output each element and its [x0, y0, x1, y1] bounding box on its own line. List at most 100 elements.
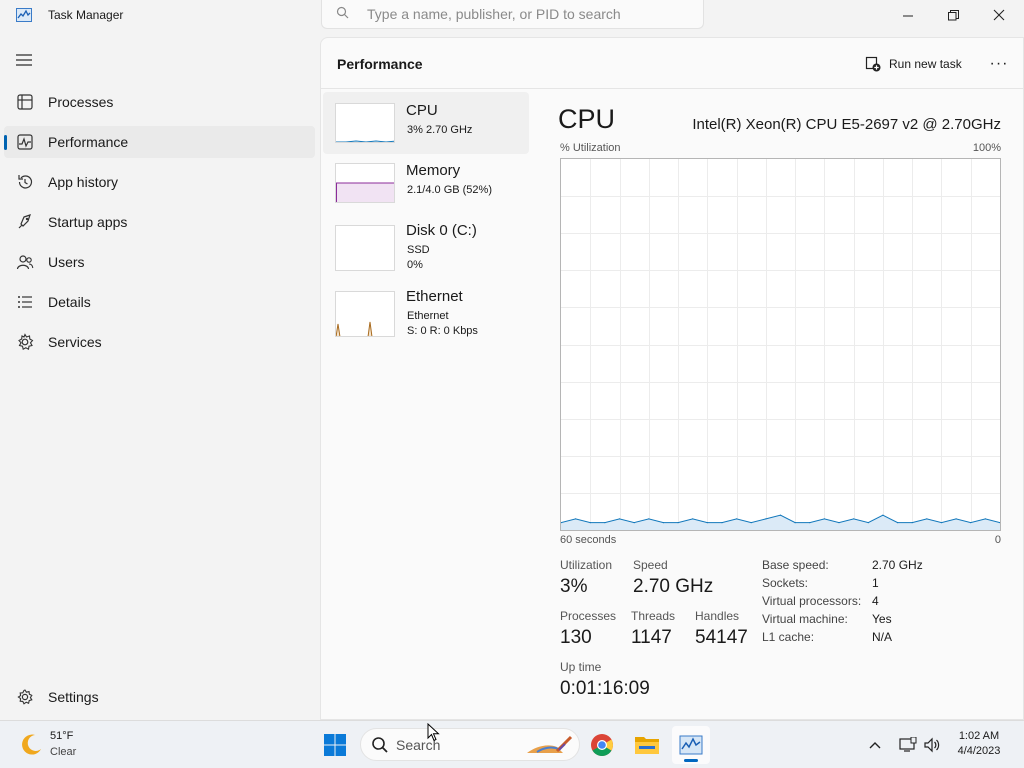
uptime-label: Up time: [560, 660, 602, 674]
hamburger-menu-icon[interactable]: [14, 52, 34, 68]
cpu-data-point: [984, 518, 986, 520]
cpu-data-point: [823, 518, 825, 520]
show-hidden-icons-button[interactable]: [858, 726, 892, 764]
resource-name: CPU: [406, 102, 438, 119]
ethernet-thumbnail-graph: [336, 321, 373, 336]
resource-name: Memory: [406, 162, 461, 179]
cpu-series-area: [561, 515, 1000, 530]
cpu-data-point: [750, 522, 752, 524]
search-box[interactable]: [321, 0, 704, 29]
nav-item-settings[interactable]: Settings: [4, 681, 315, 713]
resource-list: CPU 3% 2.70 GHz Memory 2.1/4.0 GB (52%) …: [321, 90, 529, 710]
cpu-data-point: [911, 522, 913, 524]
minimize-button[interactable]: [885, 0, 931, 30]
nav-item-services[interactable]: Services: [4, 326, 315, 358]
nav-item-processes[interactable]: Processes: [4, 86, 315, 118]
search-icon: [372, 737, 388, 753]
nav-item-label: Startup apps: [48, 214, 128, 230]
resource-type: SSD: [407, 244, 430, 256]
close-button[interactable]: [976, 0, 1022, 30]
nav-item-label: Users: [48, 254, 85, 270]
nav-item-label: Performance: [48, 134, 129, 150]
processes-icon: [17, 94, 33, 110]
nav-item-label: Details: [48, 294, 91, 310]
spec-value: 2.70 GHz: [872, 558, 923, 572]
cpu-data-point: [838, 522, 840, 524]
run-new-task-icon: [865, 56, 881, 72]
chevron-up-icon: [869, 742, 881, 749]
speed-value: 2.70 GHz: [633, 576, 714, 597]
more-options-button[interactable]: ···: [985, 52, 1013, 76]
cpu-data-point: [692, 518, 694, 520]
cpu-thumbnail-graph: [336, 140, 394, 142]
run-new-task-label: Run new task: [889, 57, 962, 71]
spec-value: N/A: [872, 630, 893, 644]
spec-value: 1: [872, 576, 879, 590]
y-axis-max-label: 100%: [972, 142, 1001, 154]
clock-time: 1:02 AM: [958, 730, 1000, 742]
resource-value: 2.1/4.0 GB (52%): [407, 184, 492, 196]
users-icon: [16, 255, 34, 270]
search-input[interactable]: [367, 4, 687, 24]
restore-button[interactable]: [930, 0, 976, 30]
nav-item-label: App history: [48, 174, 119, 190]
cpu-data-point: [897, 522, 899, 524]
close-icon: [993, 9, 1005, 21]
nav-item-startup-apps[interactable]: Startup apps: [4, 206, 315, 238]
taskbar: 51°F Clear Search 1:02 AM 4/4/2023: [0, 720, 1024, 768]
spec-key: Base speed:: [762, 558, 829, 572]
cpu-data-point: [970, 522, 972, 524]
spec-key: L1 cache:: [762, 630, 815, 644]
volume-tray-button[interactable]: [920, 726, 944, 764]
task-manager-taskbar-button[interactable]: [672, 726, 710, 764]
nav-item-performance[interactable]: Performance: [4, 126, 315, 158]
cpu-data-point: [794, 522, 796, 524]
nav-item-label: Processes: [48, 94, 114, 110]
cpu-data-point: [589, 522, 591, 524]
y-axis-label: % Utilization: [560, 142, 621, 154]
utilization-value: 3%: [560, 576, 588, 597]
uptime-value: 0:01:16:09: [560, 678, 650, 699]
nav-item-app-history[interactable]: App history: [4, 166, 315, 198]
run-new-task-button[interactable]: Run new task: [861, 52, 971, 76]
processes-label: Processes: [560, 609, 617, 623]
app-history-icon: [18, 175, 33, 189]
resource-item-cpu[interactable]: CPU 3% 2.70 GHz: [323, 92, 529, 154]
chart-grid: [561, 159, 1000, 530]
cpu-chart-svg: [560, 159, 1001, 530]
resource-name: Disk 0 (C:): [406, 222, 477, 239]
weather-temp: 51°F: [50, 730, 74, 742]
cpu-data-point: [721, 522, 723, 524]
resource-item-memory[interactable]: Memory 2.1/4.0 GB (52%): [323, 152, 529, 214]
cpu-data-point: [882, 514, 884, 516]
nav-item-label: Services: [48, 334, 102, 350]
cpu-data-point: [779, 514, 782, 516]
nav-item-details[interactable]: Details: [4, 286, 315, 318]
nav-item-users[interactable]: Users: [4, 246, 315, 278]
resource-value: S: 0 R: 0 Kbps: [407, 325, 478, 337]
taskbar-search[interactable]: Search: [360, 728, 580, 761]
weather-widget[interactable]: 51°F Clear: [16, 729, 126, 761]
resource-name: Ethernet: [406, 288, 463, 305]
chrome-taskbar-button[interactable]: [583, 726, 621, 764]
cpu-data-point: [575, 518, 577, 520]
resource-type: Ethernet: [407, 310, 449, 322]
handles-value: 54147: [695, 627, 748, 648]
cpu-data-point: [633, 522, 635, 524]
handles-label: Handles: [695, 609, 740, 623]
cpu-data-point: [926, 518, 928, 520]
system-clock[interactable]: 1:02 AM 4/4/2023: [944, 729, 1014, 759]
minimize-icon: [902, 15, 913, 16]
speed-label: Speed: [633, 558, 668, 572]
settings-gear-icon: [17, 689, 33, 705]
resource-item-ethernet[interactable]: Ethernet Ethernet S: 0 R: 0 Kbps: [323, 278, 529, 340]
header-divider: [321, 88, 1024, 89]
chrome-icon: [591, 734, 613, 756]
cpu-utilization-chart: [560, 158, 1001, 531]
cpu-data-point: [853, 518, 855, 520]
resource-item-disk[interactable]: Disk 0 (C:) SSD 0%: [323, 212, 529, 274]
file-explorer-taskbar-button[interactable]: [628, 726, 666, 764]
network-tray-button[interactable]: [894, 726, 922, 764]
start-button[interactable]: [316, 726, 354, 764]
page-title: Performance: [337, 56, 423, 72]
